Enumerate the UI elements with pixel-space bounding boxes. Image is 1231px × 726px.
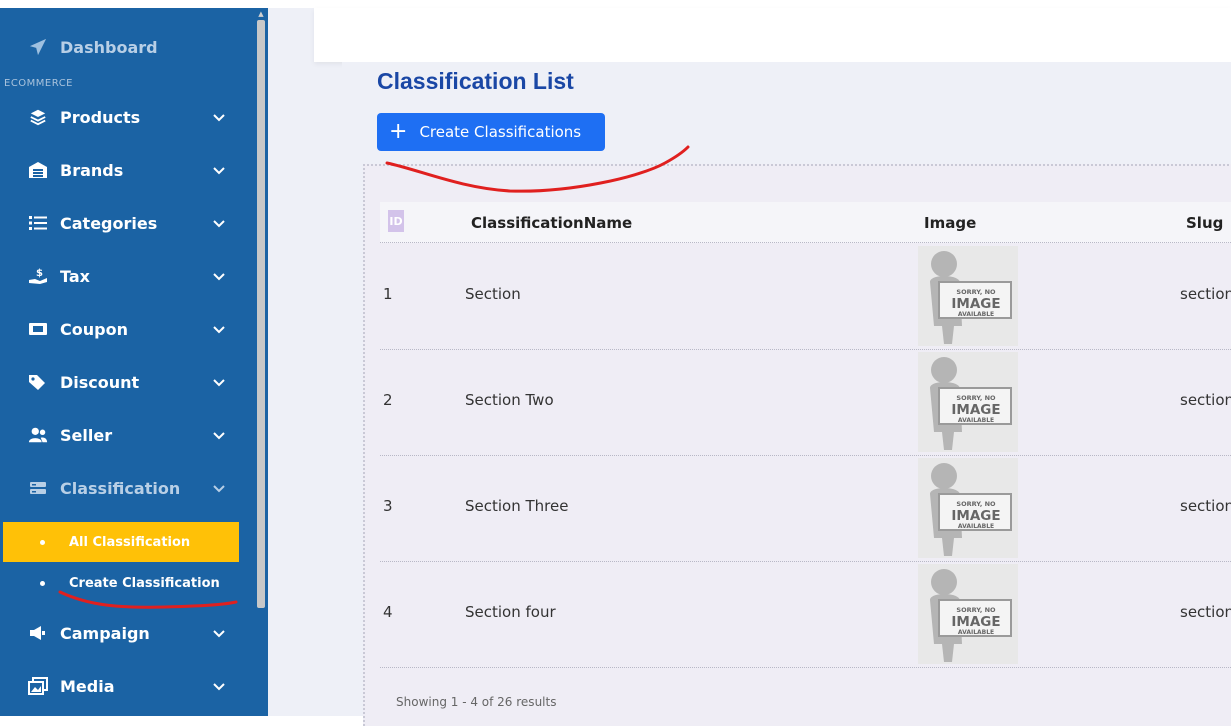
sidebar-item-label: Categories: [60, 213, 158, 233]
sidebar-item-brands[interactable]: Brands: [28, 155, 228, 185]
sidebar-scroll-thumb[interactable]: [257, 20, 265, 608]
sidebar-subitem-all-classification[interactable]: All Classification: [40, 535, 190, 550]
column-header-id: ID: [388, 210, 404, 232]
svg-text:IMAGE: IMAGE: [951, 614, 1000, 630]
svg-text:AVAILABLE: AVAILABLE: [958, 417, 994, 424]
bullet-icon: [40, 540, 45, 545]
sidebar-item-products[interactable]: Products: [28, 102, 228, 132]
sidebar-item-dashboard[interactable]: Dashboard: [28, 32, 228, 62]
no-image-placeholder: SORRY, NO IMAGE AVAILABLE: [918, 458, 1018, 558]
chevron-down-icon: [212, 215, 226, 234]
table-row[interactable]: 3 Section Three SORRY, NO IMAGE AVAILABLE sec…: [380, 455, 1231, 562]
cell-id: 3: [383, 497, 393, 515]
content-gutter: [268, 8, 342, 716]
ticket-icon: [28, 319, 48, 339]
chevron-down-icon: [212, 162, 226, 181]
sidebar-item-label: Campaign: [60, 623, 150, 643]
no-image-placeholder: SORRY, NO IMAGE AVAILABLE: [918, 564, 1018, 664]
bullet-icon: [40, 581, 45, 586]
table-row[interactable]: 2 Section Two SORRY, NO IMAGE AVAILABLE secti…: [380, 349, 1231, 456]
svg-text:IMAGE: IMAGE: [951, 296, 1000, 312]
sidebar-item-coupon[interactable]: Coupon: [28, 314, 228, 344]
chevron-down-icon: [212, 480, 226, 499]
cell-slug: section: [1180, 285, 1231, 303]
layers-icon: [28, 107, 48, 127]
column-header-image: Image: [924, 214, 977, 232]
users-icon: [28, 425, 48, 445]
server-icon: [28, 478, 48, 498]
sidebar-item-label: Coupon: [60, 319, 128, 339]
table-row[interactable]: 1 Section SORRY, NO IMAGE AVAILABLE section: [380, 243, 1231, 350]
chevron-down-icon: [212, 109, 226, 128]
sidebar-section-label: ECOMMERCE: [4, 78, 73, 89]
hand-dollar-icon: $: [28, 266, 48, 286]
sidebar-item-tax[interactable]: $ Tax: [28, 261, 228, 291]
cell-name: Section Three: [465, 497, 569, 515]
scroll-up-arrow-icon[interactable]: ▲: [257, 10, 265, 18]
cell-id: 4: [383, 603, 393, 621]
cell-name: Section Two: [465, 391, 554, 409]
sidebar-item-label: Products: [60, 107, 141, 127]
sidebar-item-label: Brands: [60, 160, 124, 180]
table-header: ID ClassificationName Image Slug: [380, 202, 1231, 243]
column-header-name: ClassificationName: [471, 214, 633, 232]
svg-text:$: $: [36, 268, 43, 279]
sidebar-item-classification[interactable]: Classification: [28, 473, 228, 503]
no-image-placeholder: SORRY, NO IMAGE AVAILABLE: [918, 246, 1018, 346]
megaphone-icon: [28, 623, 48, 643]
cell-name: Section four: [465, 603, 556, 621]
svg-text:AVAILABLE: AVAILABLE: [958, 523, 994, 530]
svg-text:SORRY, NO: SORRY, NO: [956, 288, 996, 296]
sidebar-item-campaign[interactable]: Campaign: [28, 618, 228, 648]
svg-text:SORRY, NO: SORRY, NO: [956, 606, 996, 614]
cell-id: 1: [383, 285, 393, 303]
sidebar-subitem-label: Create Classification: [69, 576, 220, 591]
svg-text:SORRY, NO: SORRY, NO: [956, 394, 996, 402]
tags-icon: [28, 372, 48, 392]
svg-text:IMAGE: IMAGE: [951, 402, 1000, 418]
page-title: Classification List: [377, 68, 574, 94]
sidebar-item-categories[interactable]: Categories: [28, 208, 228, 238]
chevron-down-icon: [212, 678, 226, 697]
svg-text:SORRY, NO: SORRY, NO: [956, 500, 996, 508]
sidebar-item-label: Classification: [60, 478, 181, 498]
pagination-summary: Showing 1 - 4 of 26 results: [396, 695, 557, 709]
sidebar-item-discount[interactable]: Discount: [28, 367, 228, 397]
paper-plane-icon: [28, 37, 48, 57]
chevron-down-icon: [212, 625, 226, 644]
column-header-slug: Slug: [1186, 214, 1224, 232]
sidebar-subitem-create-classification[interactable]: Create Classification: [40, 576, 220, 591]
warehouse-icon: [28, 160, 48, 180]
svg-text:AVAILABLE: AVAILABLE: [958, 629, 994, 636]
sidebar-item-label: Seller: [60, 425, 113, 445]
sidebar-item-label: Tax: [60, 266, 90, 286]
sidebar-item-label: Discount: [60, 372, 140, 392]
chevron-down-icon: [212, 321, 226, 340]
top-header-bar: [314, 8, 1231, 62]
cell-slug: section: [1180, 391, 1231, 409]
sidebar-item-label: Dashboard: [60, 37, 158, 57]
sidebar-item-label: Media: [60, 676, 115, 696]
cell-slug: section: [1180, 603, 1231, 621]
chevron-down-icon: [212, 374, 226, 393]
plus-icon: +: [389, 119, 408, 144]
table-row[interactable]: 4 Section four SORRY, NO IMAGE AVAILABLE sect…: [380, 561, 1231, 668]
svg-text:AVAILABLE: AVAILABLE: [958, 311, 994, 318]
sidebar-item-media[interactable]: Media: [28, 671, 228, 701]
cell-id: 2: [383, 391, 393, 409]
create-classifications-button[interactable]: + Create Classifications: [377, 113, 605, 151]
images-icon: [28, 676, 48, 696]
no-image-placeholder: SORRY, NO IMAGE AVAILABLE: [918, 352, 1018, 452]
chevron-down-icon: [212, 427, 226, 446]
list-icon: [28, 213, 48, 233]
cell-slug: section: [1180, 497, 1231, 515]
cell-name: Section: [465, 285, 521, 303]
sidebar-item-seller[interactable]: Seller: [28, 420, 228, 450]
svg-text:IMAGE: IMAGE: [951, 508, 1000, 524]
create-button-label: Create Classifications: [419, 123, 582, 141]
sidebar-subitem-label: All Classification: [69, 535, 191, 550]
chevron-down-icon: [212, 268, 226, 287]
